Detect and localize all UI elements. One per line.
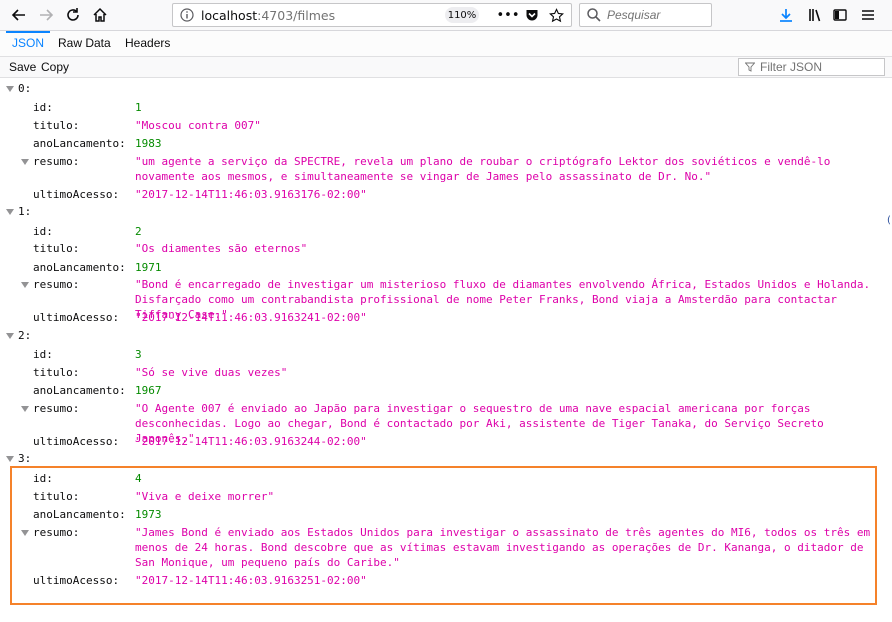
tab-raw-data[interactable]: Raw Data (52, 31, 117, 56)
bookmark-star-icon[interactable] (547, 6, 565, 24)
url-text: localhost:4703/filmes (201, 8, 335, 23)
key-ultimoacesso: ultimoAcesso: (33, 311, 120, 324)
arrow-left-icon (11, 9, 25, 21)
value-anolancamento: 1971 (135, 261, 162, 274)
item-index: 0: (18, 82, 32, 95)
value-ultimoacesso: "2017-12-14T11:46:03.9163241-02:00" (135, 311, 367, 324)
item-index: 1: (18, 205, 32, 218)
key-resumo: resumo: (33, 402, 80, 415)
value-titulo: "Só se vive duas vezes" (135, 366, 288, 379)
expand-toggle-icon[interactable] (21, 159, 29, 165)
key-titulo: titulo: (33, 366, 80, 379)
copy-button[interactable]: Copy (39, 59, 71, 76)
key-ultimoacesso: ultimoAcesso: (33, 435, 120, 448)
sidebar-button[interactable] (830, 5, 850, 25)
expand-toggle-icon[interactable] (21, 406, 29, 412)
arrow-right-icon (40, 9, 54, 21)
key-titulo: titulo: (33, 119, 80, 132)
zoom-level-button[interactable]: 110% (445, 7, 479, 23)
value-ultimoacesso: "2017-12-14T11:46:03.9163244-02:00" (135, 435, 367, 448)
value-titulo: "Moscou contra 007" (135, 119, 261, 132)
value-titulo: "Viva e deixe morrer" (135, 490, 275, 503)
value-ultimoacesso: "2017-12-14T11:46:03.9163176-02:00" (135, 188, 367, 201)
forward-button[interactable] (36, 5, 56, 25)
library-icon (809, 9, 821, 22)
download-icon (780, 9, 792, 22)
sidebar-icon (833, 9, 847, 21)
search-icon (587, 8, 601, 22)
home-button[interactable] (90, 5, 110, 25)
pocket-icon[interactable] (523, 6, 541, 24)
expand-toggle-icon[interactable] (21, 530, 29, 536)
expand-toggle-icon[interactable] (6, 456, 14, 462)
value-anolancamento: 1967 (135, 384, 162, 397)
value-resumo: "James Bond é enviado aos Estados Unidos… (135, 526, 871, 569)
filter-icon (745, 62, 755, 72)
value-id: 4 (135, 472, 142, 485)
info-icon[interactable] (179, 7, 195, 23)
menu-button[interactable] (858, 5, 878, 25)
expand-toggle-icon[interactable] (6, 333, 14, 339)
page-actions-icon[interactable]: ••• (497, 6, 520, 24)
filter-json-input[interactable]: Filter JSON (738, 58, 885, 76)
library-button[interactable] (805, 5, 825, 25)
key-anolancamento: anoLancamento: (33, 261, 126, 274)
tab-headers[interactable]: Headers (119, 31, 176, 56)
json-tree: 0: id: 1 titulo: "Moscou contra 007" ano… (0, 78, 892, 622)
url-bar[interactable]: localhost:4703/filmes 110% ••• (172, 3, 572, 27)
value-id: 2 (135, 225, 142, 238)
key-titulo: titulo: (33, 490, 80, 503)
json-toolbar: Save Copy Filter JSON (0, 57, 892, 78)
browser-toolbar: localhost:4703/filmes 110% ••• Pesquisar (0, 0, 892, 31)
value-titulo: "Os diamentes são eternos" (135, 242, 308, 255)
home-icon (93, 7, 107, 22)
value-resumo: "um agente a serviço da SPECTRE, revela … (135, 155, 831, 183)
downloads-button[interactable] (776, 5, 796, 25)
key-anolancamento: anoLancamento: (33, 508, 126, 521)
expand-toggle-icon[interactable] (6, 86, 14, 92)
value-id: 1 (135, 101, 142, 114)
json-viewer-tabs: JSON Raw Data Headers (0, 31, 892, 57)
key-anolancamento: anoLancamento: (33, 137, 126, 150)
back-button[interactable] (9, 5, 29, 25)
key-id: id: (33, 101, 53, 114)
key-resumo: resumo: (33, 526, 80, 539)
tab-json[interactable]: JSON (6, 31, 51, 56)
key-anolancamento: anoLancamento: (33, 384, 126, 397)
filter-placeholder: Filter JSON (760, 60, 823, 74)
key-id: id: (33, 472, 53, 485)
url-host: localhost (201, 8, 258, 23)
value-id: 3 (135, 348, 142, 361)
value-anolancamento: 1973 (135, 508, 162, 521)
scroll-indicator: ( (887, 215, 891, 226)
value-ultimoacesso: "2017-12-14T11:46:03.9163251-02:00" (135, 574, 367, 587)
reload-icon (67, 8, 79, 21)
key-resumo: resumo: (33, 155, 80, 168)
item-index: 3: (18, 452, 32, 465)
key-id: id: (33, 225, 53, 238)
key-id: id: (33, 348, 53, 361)
item-index: 2: (18, 329, 32, 342)
key-resumo: resumo: (33, 278, 80, 291)
reload-button[interactable] (63, 5, 83, 25)
expand-toggle-icon[interactable] (6, 209, 14, 215)
search-bar[interactable]: Pesquisar (579, 3, 712, 27)
hamburger-menu-icon (862, 10, 874, 20)
value-anolancamento: 1983 (135, 137, 162, 150)
search-placeholder: Pesquisar (607, 8, 661, 22)
key-titulo: titulo: (33, 242, 80, 255)
key-ultimoacesso: ultimoAcesso: (33, 188, 120, 201)
url-path: :4703/filmes (257, 8, 336, 23)
save-button[interactable]: Save (7, 59, 38, 76)
key-ultimoacesso: ultimoAcesso: (33, 574, 120, 587)
expand-toggle-icon[interactable] (21, 282, 29, 288)
